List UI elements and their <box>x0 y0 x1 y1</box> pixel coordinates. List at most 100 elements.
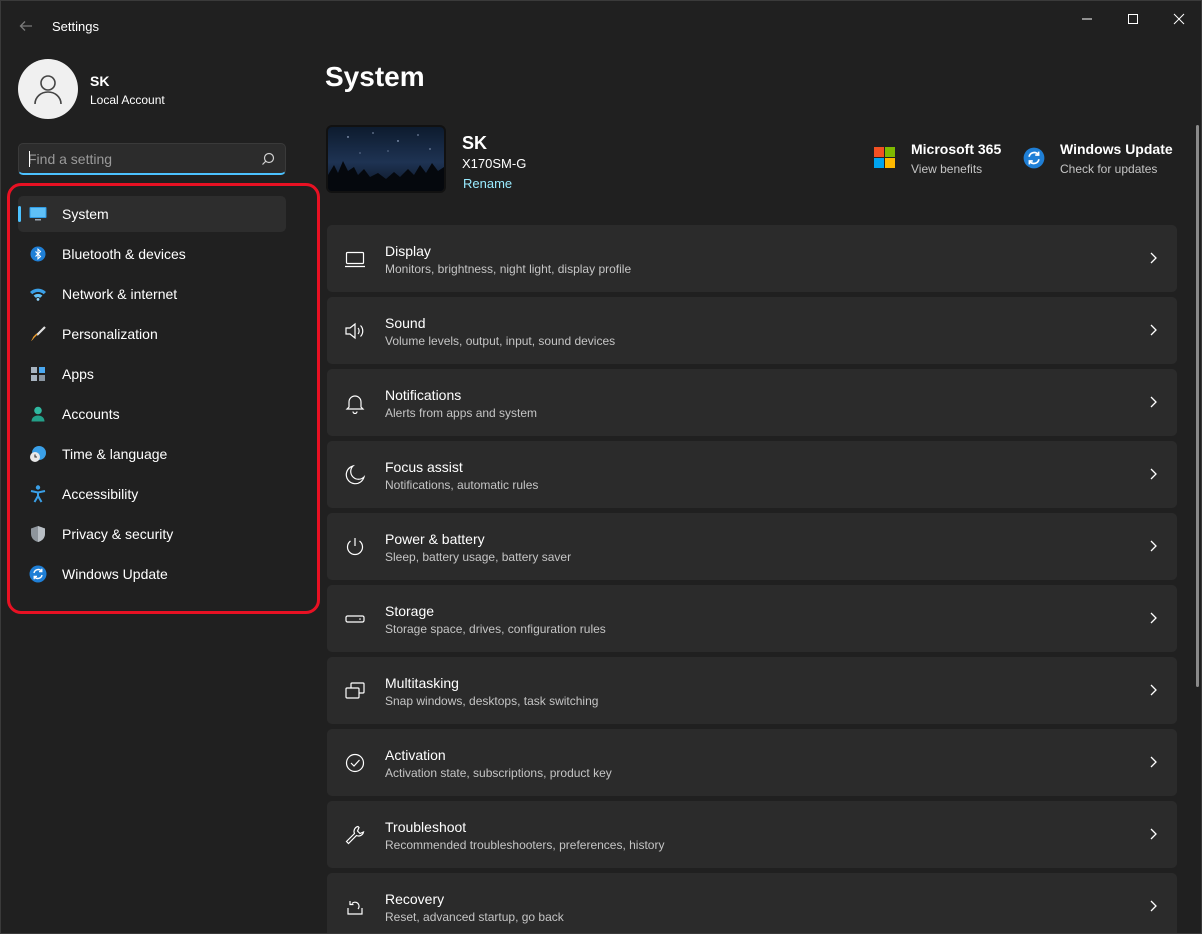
sidebar-item-system[interactable]: System <box>18 196 286 232</box>
setting-focus-assist[interactable]: Focus assist Notifications, automatic ru… <box>327 441 1177 508</box>
setting-activation[interactable]: Activation Activation state, subscriptio… <box>327 729 1177 796</box>
check-circle-icon <box>345 753 365 773</box>
avatar <box>18 59 78 119</box>
setting-subtitle: Sleep, battery usage, battery saver <box>385 550 572 564</box>
user-profile[interactable]: SK Local Account <box>18 59 298 119</box>
sidebar-item-label: Windows Update <box>62 566 168 582</box>
setting-power-battery[interactable]: Power & battery Sleep, battery usage, ba… <box>327 513 1177 580</box>
chevron-right-icon <box>1150 324 1157 336</box>
chevron-right-icon <box>1150 396 1157 408</box>
setting-title: Power & battery <box>385 531 485 547</box>
back-arrow-icon <box>19 21 32 31</box>
setting-notifications[interactable]: Notifications Alerts from apps and syste… <box>327 369 1177 436</box>
brush-icon <box>29 325 47 343</box>
setting-multitasking[interactable]: Multitasking Snap windows, desktops, tas… <box>327 657 1177 724</box>
page-title: System <box>325 61 425 92</box>
app-title: Settings <box>52 19 99 34</box>
globe-clock-icon <box>29 445 47 463</box>
setting-sound[interactable]: Sound Volume levels, output, input, soun… <box>327 297 1177 364</box>
setting-title: Storage <box>385 603 435 619</box>
multitasking-icon <box>345 682 365 699</box>
search-box[interactable] <box>18 143 286 175</box>
sidebar-nav: System Bluetooth & devices Network & int… <box>18 196 286 596</box>
search-icon[interactable] <box>261 152 275 166</box>
text-cursor <box>29 151 30 167</box>
wifi-icon <box>29 285 47 303</box>
sync-icon <box>29 565 47 583</box>
sidebar-item-label: Network & internet <box>62 286 178 302</box>
power-icon <box>346 538 364 556</box>
sidebar-item-label: Accessibility <box>62 486 139 502</box>
minimize-button[interactable] <box>1065 5 1109 33</box>
setting-subtitle: Snap windows, desktops, task switching <box>385 694 599 708</box>
profile-account-type: Local Account <box>90 93 165 107</box>
chevron-right-icon <box>1150 900 1157 912</box>
setting-title: Recovery <box>385 891 445 907</box>
setting-title: Focus assist <box>385 459 463 475</box>
sync-icon <box>1023 147 1045 169</box>
sidebar-item-label: Personalization <box>62 326 158 342</box>
chevron-right-icon <box>1150 612 1157 624</box>
sidebar-item-time-language[interactable]: Time & language <box>18 436 286 472</box>
rename-link[interactable]: Rename <box>463 176 512 191</box>
setting-subtitle: Alerts from apps and system <box>385 406 538 420</box>
scrollbar[interactable] <box>1196 125 1199 687</box>
settings-window: Settings SK Local Account System <box>0 0 1202 934</box>
setting-title: Troubleshoot <box>385 819 467 835</box>
apps-icon <box>29 365 47 383</box>
setting-subtitle: Storage space, drives, configuration rul… <box>385 622 606 636</box>
close-icon <box>1173 13 1185 25</box>
sidebar-item-bluetooth[interactable]: Bluetooth & devices <box>18 236 286 272</box>
sidebar-item-label: Apps <box>62 366 94 382</box>
sidebar-item-accounts[interactable]: Accounts <box>18 396 286 432</box>
sidebar-item-accessibility[interactable]: Accessibility <box>18 476 286 512</box>
setting-recovery[interactable]: Recovery Reset, advanced startup, go bac… <box>327 873 1177 933</box>
moon-icon <box>345 464 366 485</box>
setting-title: Display <box>385 243 431 259</box>
close-button[interactable] <box>1157 5 1201 33</box>
setting-subtitle: Reset, advanced startup, go back <box>385 910 564 924</box>
sidebar-item-label: Time & language <box>62 446 168 462</box>
maximize-button[interactable] <box>1111 5 1155 33</box>
chevron-right-icon <box>1150 828 1157 840</box>
person-outline-icon <box>34 75 62 105</box>
setting-subtitle: Volume levels, output, input, sound devi… <box>385 334 616 348</box>
sidebar-item-label: Privacy & security <box>62 526 174 542</box>
wrench-icon <box>345 825 365 845</box>
setting-troubleshoot[interactable]: Troubleshoot Recommended troubleshooters… <box>327 801 1177 868</box>
setting-subtitle: Activation state, subscriptions, product… <box>385 766 612 780</box>
device-model: X170SM-G <box>462 156 527 171</box>
device-name: SK <box>462 133 488 153</box>
desktop-wallpaper-thumbnail <box>326 125 446 193</box>
setting-storage[interactable]: Storage Storage space, drives, configura… <box>327 585 1177 652</box>
display-icon <box>345 251 365 268</box>
setting-subtitle: Notifications, automatic rules <box>385 478 539 492</box>
sidebar-item-privacy-security[interactable]: Privacy & security <box>18 516 286 552</box>
sidebar-item-apps[interactable]: Apps <box>18 356 286 392</box>
quick-link-windows-update[interactable]: Windows Update Check for updates <box>1023 141 1183 181</box>
monitor-icon <box>29 205 47 223</box>
setting-display[interactable]: Display Monitors, brightness, night ligh… <box>327 225 1177 292</box>
setting-title: Sound <box>385 315 426 331</box>
chevron-right-icon <box>1150 684 1157 696</box>
sidebar-item-personalization[interactable]: Personalization <box>18 316 286 352</box>
sidebar-item-label: System <box>62 206 109 222</box>
chevron-right-icon <box>1150 252 1157 264</box>
sidebar-item-network[interactable]: Network & internet <box>18 276 286 312</box>
back-button[interactable] <box>15 15 37 37</box>
setting-title: Activation <box>385 747 446 763</box>
speaker-icon <box>345 322 364 340</box>
quick-link-title: Microsoft 365 <box>911 141 1002 157</box>
setting-subtitle: Monitors, brightness, night light, displ… <box>385 262 632 276</box>
quick-link-microsoft-365[interactable]: Microsoft 365 View benefits <box>874 141 1014 181</box>
search-input[interactable] <box>28 150 248 168</box>
quick-link-title: Windows Update <box>1060 141 1173 157</box>
maximize-icon <box>1128 14 1138 24</box>
chevron-right-icon <box>1150 468 1157 480</box>
sidebar-item-label: Accounts <box>62 406 120 422</box>
sidebar-item-windows-update[interactable]: Windows Update <box>18 556 286 592</box>
title-bar: Settings <box>1 1 1201 49</box>
setting-title: Notifications <box>385 387 462 403</box>
quick-link-subtitle: Check for updates <box>1060 162 1158 176</box>
person-icon <box>29 405 47 423</box>
